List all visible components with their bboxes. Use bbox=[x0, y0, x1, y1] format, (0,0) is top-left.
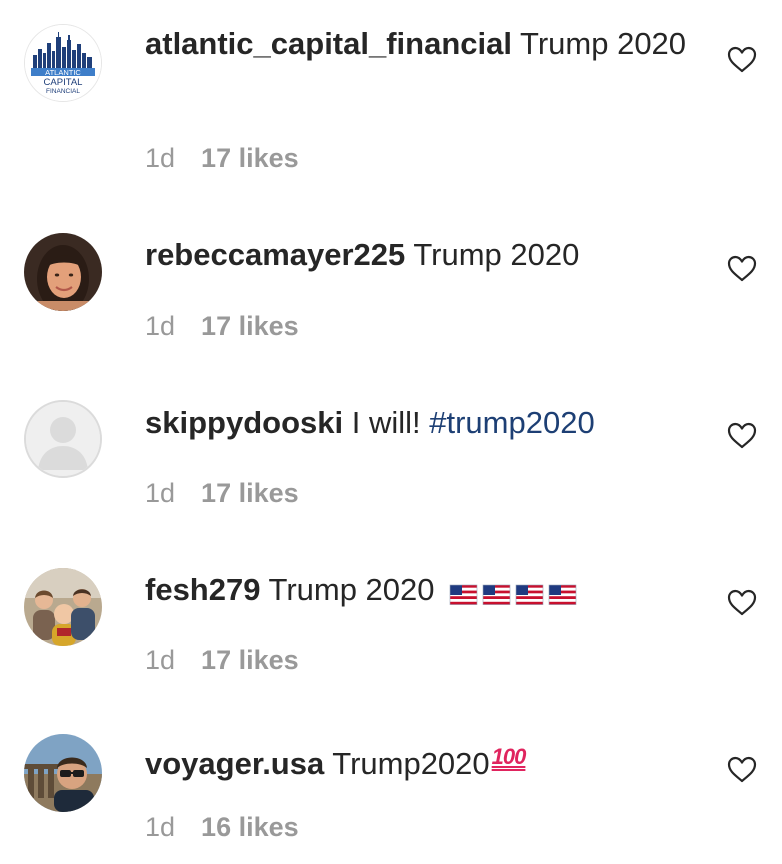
default-avatar-icon bbox=[26, 402, 100, 476]
us-flag-icon bbox=[548, 585, 577, 606]
username-link[interactable]: rebeccamayer225 bbox=[145, 237, 405, 272]
comment-time[interactable]: 1d bbox=[145, 143, 175, 173]
us-flag-icon bbox=[482, 585, 511, 606]
heart-outline-icon bbox=[727, 255, 757, 282]
like-button[interactable] bbox=[727, 756, 757, 784]
profile-photo-icon bbox=[24, 568, 102, 646]
comment-time[interactable]: 1d bbox=[145, 812, 175, 842]
comment-text: atlantic_capital_financial Trump 2020 bbox=[145, 23, 705, 65]
comment-likes[interactable]: 17 likes bbox=[201, 478, 299, 508]
comment-message: Trump2020 bbox=[332, 746, 490, 781]
heart-outline-icon bbox=[727, 46, 757, 73]
comment-text: rebeccamayer225 Trump 2020 bbox=[145, 234, 705, 276]
comment-time[interactable]: 1d bbox=[145, 478, 175, 508]
heart-outline-icon bbox=[727, 422, 757, 449]
comment-likes[interactable]: 17 likes bbox=[201, 311, 299, 341]
comment-message: Trump 2020 bbox=[268, 572, 444, 607]
username-link[interactable]: skippydooski bbox=[145, 405, 343, 440]
comment-message: Trump 2020 bbox=[520, 26, 687, 61]
comment-text: skippydooski I will! #trump2020 bbox=[145, 402, 705, 444]
comment-meta: 1d 17 likes bbox=[145, 645, 299, 675]
hashtag-link[interactable]: #trump2020 bbox=[429, 405, 594, 440]
atlantic-capital-logo-icon: ATLANTIC CAPITAL FINANCIAL bbox=[25, 25, 101, 101]
logo-text-line3: FINANCIAL bbox=[46, 88, 80, 95]
username-link[interactable]: fesh279 bbox=[145, 572, 260, 607]
emoji-flags bbox=[449, 572, 581, 614]
heart-outline-icon bbox=[727, 756, 757, 783]
comment-time[interactable]: 1d bbox=[145, 311, 175, 341]
comment-message: Trump 2020 bbox=[413, 237, 580, 272]
comment-meta: 1d 16 likes bbox=[145, 812, 299, 842]
comment-likes[interactable]: 17 likes bbox=[201, 143, 299, 173]
logo-text-line2: CAPITAL bbox=[44, 77, 83, 88]
hundred-points-emoji: 100 bbox=[491, 744, 527, 769]
us-flag-icon bbox=[449, 585, 478, 606]
like-button[interactable] bbox=[727, 422, 757, 450]
like-button[interactable] bbox=[727, 255, 757, 283]
comment-likes[interactable]: 17 likes bbox=[201, 645, 299, 675]
like-button[interactable] bbox=[727, 589, 757, 617]
comment-text: voyager.usa Trump2020100 bbox=[145, 736, 705, 785]
avatar[interactable] bbox=[24, 233, 102, 311]
profile-photo-icon bbox=[24, 233, 102, 311]
logo-text-line1: ATLANTIC bbox=[45, 68, 81, 77]
comment-meta: 1d 17 likes bbox=[145, 311, 299, 341]
profile-photo-icon bbox=[24, 734, 102, 812]
comment-likes[interactable]: 16 likes bbox=[201, 812, 299, 842]
username-link[interactable]: atlantic_capital_financial bbox=[145, 26, 512, 61]
comment-message: I will! bbox=[351, 405, 430, 440]
username-link[interactable]: voyager.usa bbox=[145, 746, 324, 781]
like-button[interactable] bbox=[727, 46, 757, 74]
avatar[interactable] bbox=[24, 568, 102, 646]
comment-text: fesh279 Trump 2020 bbox=[145, 569, 705, 614]
comment-time[interactable]: 1d bbox=[145, 645, 175, 675]
heart-outline-icon bbox=[727, 589, 757, 616]
avatar[interactable] bbox=[24, 734, 102, 812]
avatar[interactable] bbox=[24, 400, 102, 478]
comment-meta: 1d 17 likes bbox=[145, 478, 299, 508]
avatar[interactable]: ATLANTIC CAPITAL FINANCIAL bbox=[24, 24, 102, 102]
us-flag-icon bbox=[515, 585, 544, 606]
comment-meta: 1d 17 likes bbox=[145, 143, 299, 173]
